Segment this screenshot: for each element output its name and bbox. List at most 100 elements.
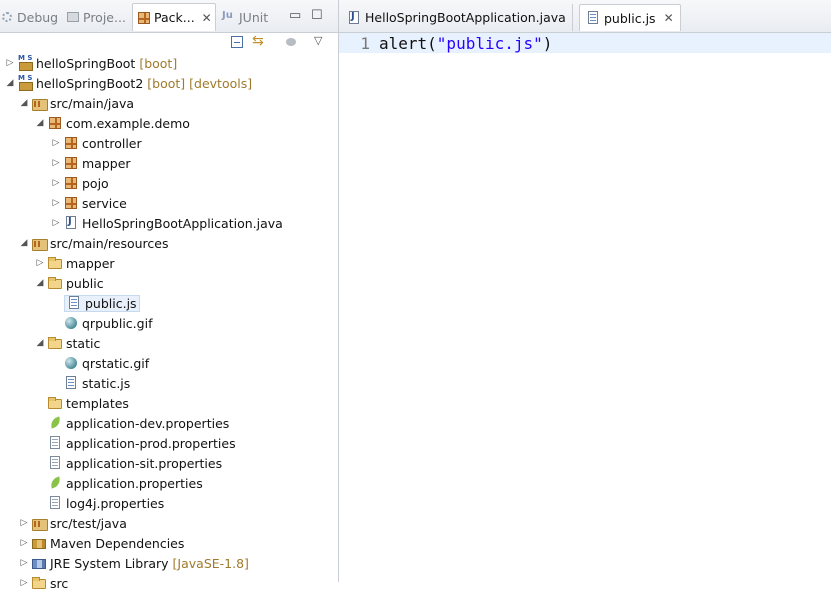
expand-arrow-icon[interactable]: ▷ — [50, 137, 62, 149]
tree-item-label: pojo — [82, 175, 109, 191]
tree-item-hellospringboot2[interactable]: ◢ helloSpringBoot2 [boot] [devtools] — [4, 73, 252, 93]
minimize-icon[interactable]: ▭ — [289, 8, 301, 23]
expand-arrow-icon[interactable]: ▷ — [18, 557, 30, 569]
tree-item-controller[interactable]: ▷ controller — [50, 133, 142, 153]
tree-item-qrstatic-gif[interactable]: qrstatic.gif — [50, 353, 149, 373]
collapse-arrow-icon[interactable]: ◢ — [34, 117, 46, 129]
source-folder-icon — [32, 516, 48, 531]
tree-item-pojo[interactable]: ▷ pojo — [50, 173, 109, 193]
tree-item-service[interactable]: ▷ service — [50, 193, 127, 213]
tree-item-templates[interactable]: templates — [34, 393, 129, 413]
maximize-icon[interactable]: ☐ — [311, 8, 323, 23]
tree-item-label: application.properties — [66, 475, 203, 491]
tree-item-label: controller — [82, 135, 142, 151]
expand-arrow-icon[interactable]: ▷ — [50, 197, 62, 209]
tab-hellospringbootapplication[interactable]: HelloSpringBootApplication.java — [341, 4, 573, 31]
tree-item-jre-system-library[interactable]: ▷ JRE System Library [JavaSE-1.8] — [18, 553, 249, 573]
folder-icon — [48, 276, 62, 290]
package-explorer-icon — [137, 11, 151, 25]
tree-item-src-main-java[interactable]: ◢ src/main/java — [18, 93, 134, 113]
view-menu-icon[interactable] — [312, 34, 328, 51]
tree-item-src[interactable]: ▷ src — [18, 573, 69, 593]
expand-arrow-icon[interactable]: ▷ — [4, 57, 16, 69]
tree-item-label: src/main/java — [50, 95, 135, 111]
expand-arrow-icon[interactable]: ▷ — [50, 177, 62, 189]
tree-item-application-properties[interactable]: application.properties — [34, 473, 203, 493]
tree-item-application-sit-properties[interactable]: application-sit.properties — [34, 453, 222, 473]
package-icon — [64, 196, 78, 210]
tree-item-hellospringbootapplication[interactable]: ▷ HelloSpringBootApplication.java — [50, 213, 283, 233]
collapse-arrow-icon[interactable]: ◢ — [34, 277, 46, 289]
collapse-arrow-icon[interactable]: ◢ — [18, 237, 30, 249]
tab-project-explorer[interactable]: Proje... — [66, 7, 126, 27]
image-file-icon — [64, 316, 78, 330]
folder-icon — [48, 256, 62, 270]
tree-item-application-dev-properties[interactable]: application-dev.properties — [34, 413, 229, 433]
tree-item-mapper-folder[interactable]: ▷ mapper — [34, 253, 115, 273]
close-tab-icon[interactable]: ✕ — [202, 11, 212, 25]
spring-leaf-icon — [48, 416, 62, 430]
tree-item-static-js[interactable]: static.js — [50, 373, 130, 393]
tree-item-label: src — [50, 575, 69, 591]
tab-package-explorer[interactable]: Pack... ✕ — [132, 3, 216, 31]
package-icon — [48, 116, 62, 130]
expand-arrow-icon[interactable]: ▷ — [18, 537, 30, 549]
tree-item-src-main-resources[interactable]: ◢ src/main/resources — [18, 233, 168, 253]
focus-task-icon[interactable] — [284, 35, 300, 51]
tree-item-decoration: [boot] [devtools] — [147, 75, 253, 91]
close-tab-icon[interactable]: ✕ — [664, 11, 674, 25]
tree-item-log4j-properties[interactable]: log4j.properties — [34, 493, 164, 513]
tree-item-static[interactable]: ◢ static — [34, 333, 101, 353]
collapse-arrow-icon[interactable]: ◢ — [4, 77, 16, 89]
tree-item-label: public — [66, 275, 104, 291]
tree-item-label: HelloSpringBootApplication.java — [82, 215, 283, 231]
selected-item-highlight: public.js — [64, 294, 140, 312]
collapse-all-icon[interactable] — [230, 35, 246, 51]
js-file-icon — [586, 11, 600, 25]
source-folder-icon — [32, 96, 48, 111]
tab-debug[interactable]: Debug — [0, 7, 58, 27]
tree-item-src-test-java[interactable]: ▷ src/test/java — [18, 513, 127, 533]
tree-item-mapper-package[interactable]: ▷ mapper — [50, 153, 131, 173]
package-icon — [64, 136, 78, 150]
tree-item-label: public.js — [85, 295, 137, 311]
tree-item-hellospringboot[interactable]: ▷ helloSpringBoot [boot] — [4, 53, 177, 73]
expand-arrow-icon[interactable]: ▷ — [34, 257, 46, 269]
line-number: 1 — [360, 33, 370, 53]
collapse-arrow-icon[interactable]: ◢ — [34, 337, 46, 349]
expand-arrow-icon[interactable]: ▷ — [50, 157, 62, 169]
tree-item-label: mapper — [66, 255, 115, 271]
tree-item-label: application-dev.properties — [66, 415, 230, 431]
expand-arrow-icon[interactable]: ▷ — [50, 217, 62, 229]
tree-item-qrpublic-gif[interactable]: qrpublic.gif — [50, 313, 152, 333]
code-editor[interactable]: 1 alert("public.js") — [339, 33, 831, 582]
debug-icon — [0, 10, 14, 24]
project-explorer-icon — [66, 10, 80, 24]
tab-project-explorer-label: Proje... — [83, 9, 126, 25]
tree-item-public[interactable]: ◢ public — [34, 273, 104, 293]
code-text: alert("public.js") — [379, 34, 552, 53]
js-file-icon — [64, 376, 78, 390]
junit-icon — [222, 10, 236, 24]
expand-arrow-icon[interactable]: ▷ — [18, 577, 30, 589]
tree-item-maven-dependencies[interactable]: ▷ Maven Dependencies — [18, 533, 185, 553]
tree-item-application-prod-properties[interactable]: application-prod.properties — [34, 433, 236, 453]
java-file-icon — [64, 216, 78, 230]
library-icon — [32, 556, 46, 570]
link-with-editor-icon[interactable] — [252, 33, 268, 51]
expand-arrow-icon[interactable]: ▷ — [18, 517, 30, 529]
tab-junit-label: JUnit — [239, 9, 269, 25]
code-closing-paren: ) — [542, 33, 553, 53]
tree-item-label: helloSpringBoot — [36, 55, 136, 71]
tab-junit[interactable]: JUnit — [222, 7, 268, 27]
collapse-arrow-icon[interactable]: ◢ — [18, 97, 30, 109]
editor-area: HelloSpringBootApplication.java public.j… — [339, 0, 831, 582]
folder-icon — [48, 396, 62, 410]
tree-item-label: src/test/java — [50, 515, 127, 531]
tab-package-explorer-label: Pack... — [154, 10, 195, 25]
tree-item-com-example-demo[interactable]: ◢ com.example.demo — [34, 113, 190, 133]
tab-public-js[interactable]: public.js ✕ — [579, 4, 681, 31]
tree-item-public-js[interactable]: public.js — [50, 293, 140, 313]
tree-item-label: static.js — [82, 375, 131, 391]
code-line[interactable]: 1 alert("public.js") — [339, 33, 831, 53]
